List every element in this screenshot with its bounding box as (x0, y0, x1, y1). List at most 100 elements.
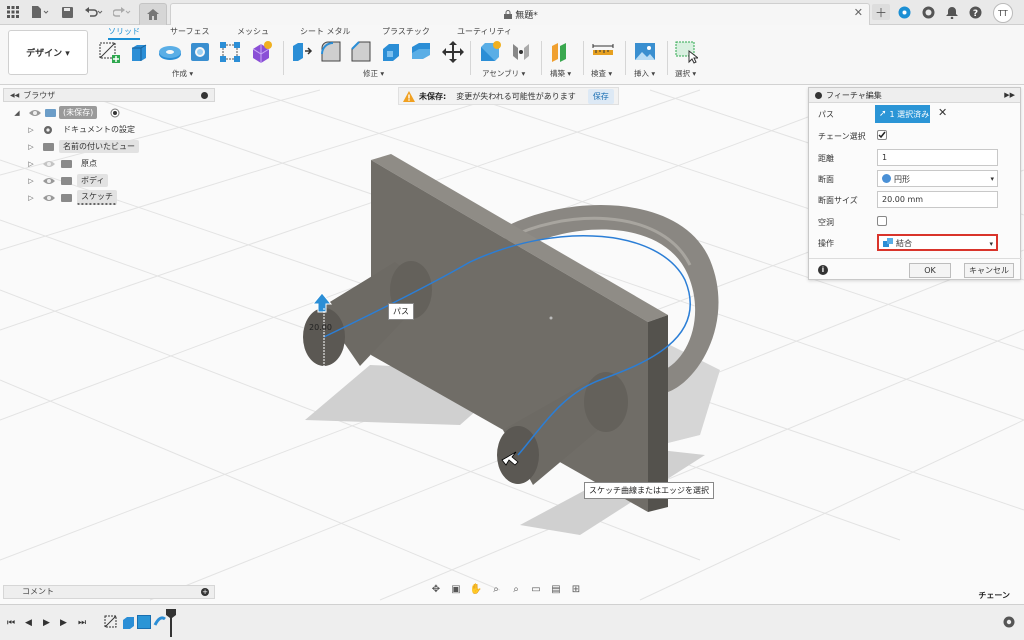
file-menu-icon[interactable] (30, 4, 50, 20)
insert-group-label[interactable]: 挿入 ▾ (634, 68, 655, 79)
new-component-icon[interactable] (477, 39, 503, 65)
chain-select-checkbox[interactable] (877, 130, 887, 140)
app-grid-icon[interactable] (6, 4, 20, 20)
tab-utility[interactable]: ユーティリティ (457, 26, 512, 37)
visibility-eye-icon[interactable] (29, 109, 41, 117)
assemble-group-label[interactable]: アセンブリ ▾ (482, 68, 525, 79)
collapse-icon[interactable] (201, 92, 208, 99)
help-icon[interactable]: ? (968, 4, 982, 20)
tab-surface[interactable]: サーフェス (170, 26, 210, 37)
undo-icon[interactable] (84, 4, 104, 20)
comments-panel[interactable]: コメント + (3, 585, 215, 599)
fillet-icon[interactable] (318, 39, 344, 65)
new-tab-icon[interactable]: ＋ (872, 4, 890, 20)
browser-item-sketches[interactable]: ▷ スケッチ (3, 189, 215, 206)
display-settings-icon[interactable]: ▭ (527, 584, 545, 598)
ok-button[interactable]: OK (909, 263, 951, 278)
browser-item-origin[interactable]: ▷ 原点 (3, 155, 215, 172)
select-icon[interactable] (673, 39, 699, 65)
timeline-extrude-icon[interactable] (121, 615, 135, 629)
extrude-icon[interactable] (126, 39, 152, 65)
pan-icon[interactable]: ✋ (467, 584, 485, 598)
viewports-icon[interactable]: ⊞ (567, 584, 585, 598)
visibility-eye-icon[interactable] (43, 177, 55, 185)
measure-icon[interactable] (590, 39, 616, 65)
modify-group-label[interactable]: 修正 ▾ (363, 68, 384, 79)
joint-icon[interactable] (508, 39, 534, 65)
chamfer-icon[interactable] (348, 39, 374, 65)
save-button[interactable]: 保存 (587, 88, 614, 104)
browser-item-document-settings[interactable]: ▷ ドキュメントの設定 (3, 121, 215, 138)
visibility-eye-icon[interactable] (43, 194, 55, 202)
shell-icon[interactable] (378, 39, 404, 65)
timeline-settings-gear-icon[interactable] (1002, 615, 1016, 629)
dialog-header[interactable]: フィーチャ編集 ▶▶ (809, 88, 1020, 103)
press-pull-icon[interactable] (288, 39, 314, 65)
expand-arrow-icon[interactable]: ▷ (27, 177, 35, 185)
inspect-group-label[interactable]: 検査 ▾ (591, 68, 612, 79)
timeline-marker-icon[interactable] (166, 609, 176, 637)
construct-group-label[interactable]: 構築 ▾ (550, 68, 571, 79)
operation-select[interactable]: 結合 ▾ (877, 234, 998, 251)
section-select[interactable]: 円形 ▾ (877, 170, 998, 187)
expand-icon[interactable]: ▶▶ (1004, 91, 1015, 99)
workspace-switcher-button[interactable]: デザイン ▾ (8, 30, 88, 75)
notifications-icon[interactable] (945, 4, 959, 20)
expand-arrow-icon[interactable]: ▷ (27, 126, 35, 134)
browser-header[interactable]: ◀◀ ブラウザ (3, 88, 215, 102)
expand-arrow-icon[interactable]: ▷ (27, 143, 35, 151)
save-icon[interactable] (60, 4, 74, 20)
browser-item-named-views[interactable]: ▷ 名前の付いたビュー (3, 138, 215, 155)
home-tab[interactable] (139, 3, 167, 25)
info-icon[interactable]: i (818, 265, 828, 275)
job-status-icon[interactable] (921, 4, 935, 20)
distance-input[interactable]: 1 (877, 149, 998, 166)
section-size-dimension[interactable]: 20.00 (309, 323, 332, 332)
go-to-end-icon[interactable]: ⏭ (78, 618, 86, 628)
active-radio-icon[interactable] (110, 108, 120, 118)
tab-plastic[interactable]: プラスチック (382, 26, 430, 37)
tab-mesh[interactable]: メッシュ (237, 26, 269, 37)
zoom-icon[interactable]: ⌕ (487, 584, 505, 598)
expand-arrow-icon[interactable]: ◢ (13, 109, 21, 117)
select-group-label[interactable]: 選択 ▾ (675, 68, 696, 79)
tab-sheet-metal[interactable]: シート メタル (300, 26, 351, 37)
create-group-label[interactable]: 作成 ▾ (172, 68, 193, 79)
step-back-icon[interactable]: ◀ (25, 618, 32, 628)
collapse-icon[interactable] (815, 91, 822, 99)
section-size-input[interactable]: 20.00 mm (877, 191, 998, 208)
zoom-window-icon[interactable]: ⌕ (507, 584, 525, 598)
document-tab[interactable]: 無題* ✕ (170, 3, 870, 25)
timeline-sketch-icon[interactable] (104, 615, 118, 629)
create-form-icon[interactable] (248, 39, 274, 65)
add-comment-icon[interactable]: + (201, 588, 209, 596)
move-copy-icon[interactable] (440, 39, 466, 65)
orbit-icon[interactable]: ✥ (427, 584, 445, 598)
expand-arrow-icon[interactable]: ▷ (27, 160, 35, 168)
step-forward-icon[interactable]: ▶ (60, 618, 67, 628)
tab-solid[interactable]: ソリッド (108, 26, 140, 40)
play-icon[interactable]: ▶ (43, 618, 50, 628)
double-chevron-icon[interactable]: ◀◀ (10, 92, 19, 99)
hidden-eye-icon[interactable] (43, 160, 55, 168)
clear-selection-icon[interactable]: ✕ (938, 106, 947, 119)
revolve-icon[interactable] (157, 39, 183, 65)
user-avatar[interactable]: TT (993, 3, 1013, 23)
browser-item-bodies[interactable]: ▷ ボディ (3, 172, 215, 189)
path-selection-button[interactable]: ➚ 1 選択済み (875, 105, 930, 123)
pattern-icon[interactable] (217, 39, 243, 65)
hollow-checkbox[interactable] (877, 216, 887, 226)
cancel-button[interactable]: キャンセル (964, 263, 1014, 278)
look-at-icon[interactable]: ▣ (447, 584, 465, 598)
close-tab-icon[interactable]: ✕ (854, 6, 863, 19)
expand-arrow-icon[interactable]: ▷ (27, 194, 35, 202)
offset-plane-icon[interactable] (547, 39, 573, 65)
go-to-start-icon[interactable]: ⏮ (7, 618, 15, 628)
insert-image-icon[interactable] (632, 39, 658, 65)
extensions-icon[interactable] (897, 4, 911, 20)
redo-icon[interactable] (112, 4, 132, 20)
grid-snaps-icon[interactable]: ▤ (547, 584, 565, 598)
timeline-sweep-item[interactable] (137, 615, 151, 629)
browser-item-root[interactable]: ◢ (未保存) (3, 104, 215, 121)
hole-icon[interactable] (187, 39, 213, 65)
